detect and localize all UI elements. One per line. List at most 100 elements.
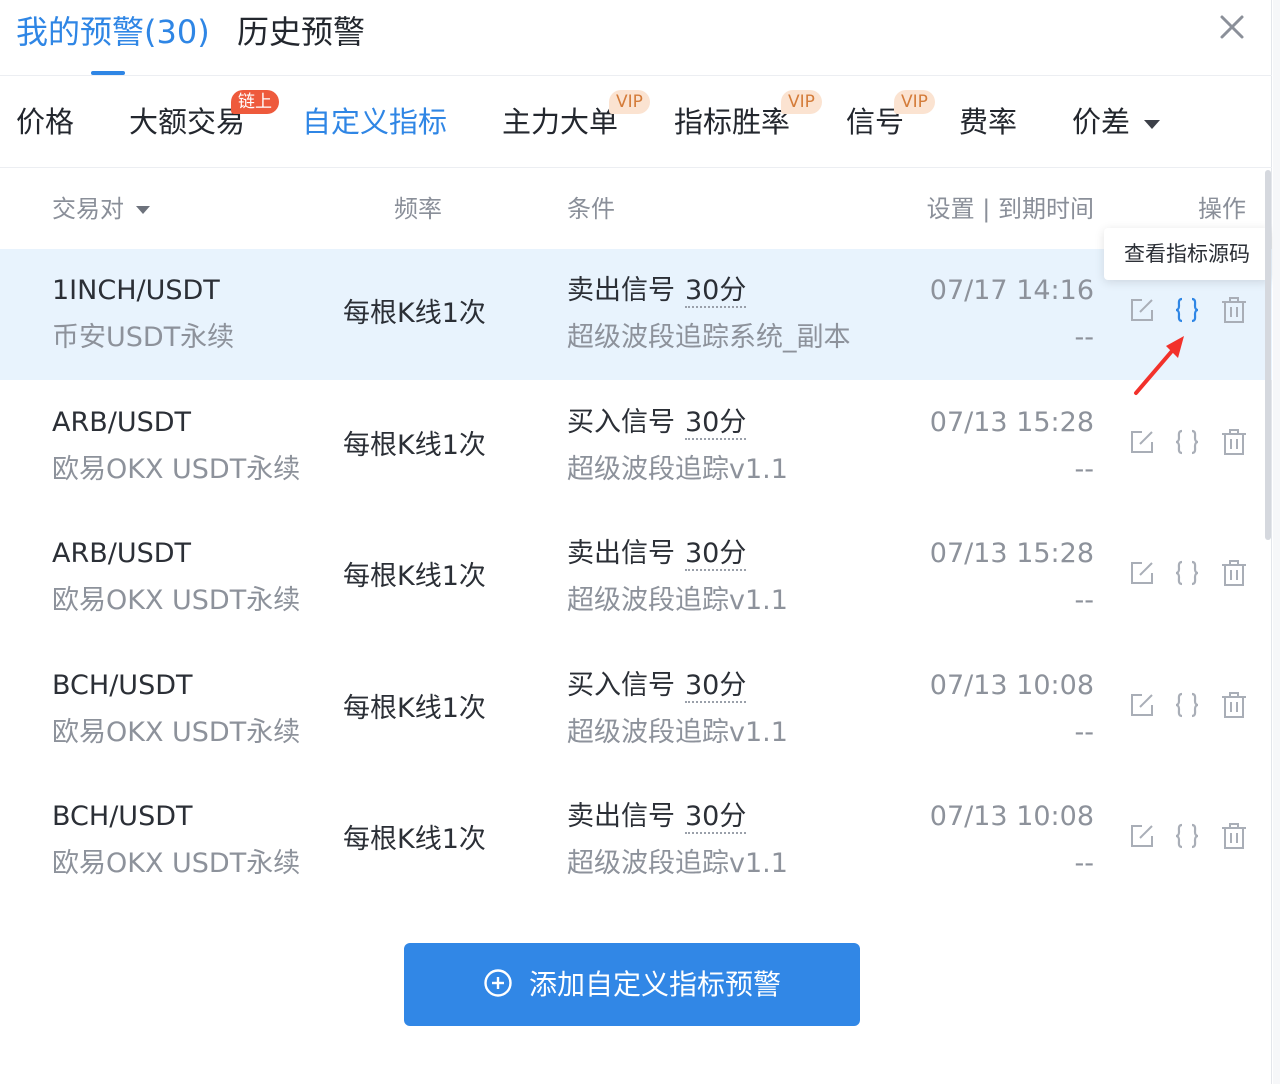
trash-icon [1222,297,1246,323]
background-edge [1273,0,1280,1084]
frequency-value: 每根K线1次 [343,561,486,592]
code-braces-icon [1175,823,1199,849]
view-source-button[interactable] [1172,427,1202,457]
code-braces-icon [1175,297,1199,323]
table-row: ARB/USDT 欧易OKX USDT永续 每根K线1次 卖出信号 30分 超级波… [0,512,1272,643]
condition-text: 卖出信号 30分 [567,799,747,835]
category-tab-bar: 价格 大额交易 链上 自定义指标 主力大单 VIP 指标胜率 VIP 信号 VI… [0,76,1272,168]
set-time: 07/13 15:28 [929,538,1094,569]
view-source-button[interactable] [1172,821,1202,851]
code-braces-icon [1175,560,1199,586]
delete-button[interactable] [1219,427,1249,457]
signal-type: 买入信号 [567,406,675,438]
tab-price[interactable]: 价格 [16,102,74,142]
tab-custom-indicator[interactable]: 自定义指标 [302,102,447,142]
condition-text: 卖出信号 30分 [567,536,747,572]
set-time: 07/13 10:08 [929,801,1094,832]
close-icon [1220,15,1244,39]
view-source-button[interactable] [1172,295,1202,325]
expiry-time: -- [1074,848,1095,879]
table-row: BCH/USDT 欧易OKX USDT永续 每根K线1次 卖出信号 30分 超级波… [0,775,1272,906]
tab-funding-rate[interactable]: 费率 [959,102,1017,142]
column-pair-label: 交易对 [52,195,124,223]
trash-icon [1222,823,1246,849]
code-braces-icon [1175,692,1199,717]
pair-name: ARB/USDT [52,538,192,569]
column-settings-expiry: 设置 | 到期时间 [926,195,1094,223]
edit-icon [1131,693,1153,716]
delete-button[interactable] [1219,558,1249,588]
red-arrow-annotation [1134,336,1184,395]
column-condition: 条件 [567,195,615,223]
table-row: ARB/USDT 欧易OKX USDT永续 每根K线1次 买入信号 30分 超级波… [0,381,1272,512]
vip-badge: VIP [609,90,650,114]
frequency-value: 每根K线1次 [343,429,486,461]
signal-type: 卖出信号 [567,538,675,569]
view-source-tooltip: 查看指标源码 [1104,228,1270,280]
tab-history-alerts[interactable]: 历史预警 [237,12,365,52]
plus-circle-icon [484,969,512,997]
vip-badge: VIP [781,90,822,114]
timeframe-value: 30分 [685,406,747,440]
exchange-name: 欧易OKX USDT永续 [52,453,301,485]
signal-type: 卖出信号 [567,801,675,832]
column-actions: 操作 [1198,195,1246,223]
timeframe-value: 30分 [685,801,747,834]
delete-button[interactable] [1219,295,1249,325]
condition-text: 买入信号 30分 [567,405,747,441]
table-row: BCH/USDT 欧易OKX USDT永续 每根K线1次 买入信号 30分 超级波… [0,644,1272,775]
pair-name: BCH/USDT [52,669,193,701]
trash-icon [1222,428,1246,455]
scrollbar[interactable] [1265,170,1271,540]
frequency-value: 每根K线1次 [343,824,486,855]
trash-icon [1222,560,1246,586]
alert-panel: 我的预警(30) 历史预警 价格 大额交易 链上 自定义指标 主力大单 VIP … [0,0,1272,1084]
frequency-value: 每根K线1次 [343,298,486,329]
add-button-label: 添加自定义指标预警 [528,968,781,1001]
column-frequency: 频率 [394,195,442,223]
close-button[interactable] [1212,8,1252,48]
edit-button[interactable] [1127,295,1157,325]
pair-name: ARB/USDT [52,406,192,438]
edit-button[interactable] [1127,427,1157,457]
edit-icon [1131,562,1153,584]
indicator-name: 超级波段追踪v1.1 [567,848,788,879]
edit-icon [1131,430,1153,453]
indicator-name: 超级波段追踪v1.1 [567,453,788,485]
signal-type: 卖出信号 [567,275,675,306]
delete-button[interactable] [1219,821,1249,851]
timeframe-value: 30分 [685,669,747,703]
delete-button[interactable] [1219,690,1249,720]
tab-spread-label: 价差 [1072,105,1131,139]
condition-text: 卖出信号 30分 [567,273,747,309]
tab-indicator-winrate[interactable]: 指标胜率 [674,102,790,142]
view-source-button[interactable] [1172,558,1202,588]
active-tab-indicator [91,71,125,75]
signal-type: 买入信号 [567,669,675,701]
tab-large-trades[interactable]: 大额交易 [129,102,245,142]
exchange-name: 欧易OKX USDT永续 [52,585,301,616]
tab-main-orders[interactable]: 主力大单 [502,102,618,142]
add-custom-indicator-alert-button[interactable]: 添加自定义指标预警 [404,943,860,1026]
tab-my-alerts[interactable]: 我的预警(30) [16,12,210,52]
view-source-button[interactable] [1172,690,1202,720]
table-row: 1INCH/USDT 币安USDT永续 每根K线1次 卖出信号 30分 超级波段追… [0,249,1272,380]
top-tab-bar: 我的预警(30) 历史预警 [0,0,1272,76]
expiry-time: -- [1074,585,1095,616]
edit-icon [1131,825,1153,847]
timeframe-value: 30分 [685,275,747,308]
exchange-name: 币安USDT永续 [52,322,235,353]
indicator-name: 超级波段追踪v1.1 [567,716,788,748]
indicator-name: 超级波段追踪v1.1 [567,585,788,616]
edit-button[interactable] [1127,821,1157,851]
indicator-name: 超级波段追踪系统_副本 [567,322,851,353]
exchange-name: 欧易OKX USDT永续 [52,716,301,748]
column-pair-sort[interactable]: 交易对 [52,194,150,224]
edit-button[interactable] [1127,690,1157,720]
set-time: 07/13 10:08 [929,669,1094,701]
code-braces-icon [1175,429,1199,454]
vip-badge: VIP [894,90,935,114]
tab-spread-dropdown[interactable]: 价差 [1072,102,1161,142]
edit-button[interactable] [1127,558,1157,588]
frequency-value: 每根K线1次 [343,692,486,724]
